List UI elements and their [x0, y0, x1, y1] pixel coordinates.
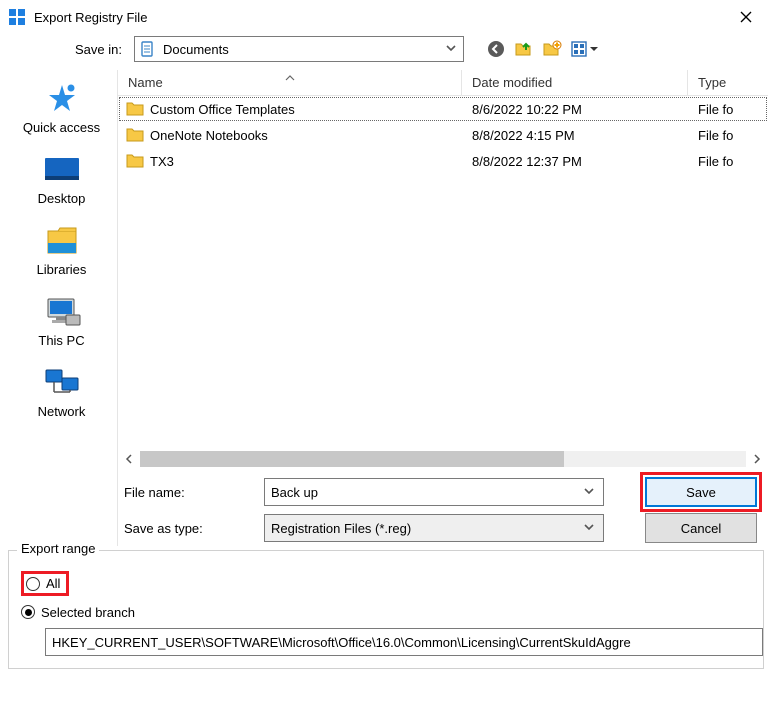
- file-type: File fo: [688, 128, 768, 143]
- places-label: Desktop: [38, 191, 86, 206]
- documents-icon: [139, 40, 157, 58]
- save-button-highlight: Save: [640, 472, 762, 512]
- save-as-type-label: Save as type:: [124, 521, 264, 536]
- export-range-legend: Export range: [17, 541, 99, 556]
- places-label: Libraries: [37, 262, 87, 277]
- column-header-date[interactable]: Date modified: [462, 70, 688, 95]
- radio-selected-branch-label: Selected branch: [41, 605, 135, 620]
- places-label: This PC: [38, 333, 84, 348]
- window-title: Export Registry File: [34, 10, 726, 25]
- file-rows: Custom Office Templates 8/6/2022 10:22 P…: [118, 96, 768, 450]
- column-header-label: Date modified: [472, 75, 552, 90]
- file-type: File fo: [688, 154, 768, 169]
- new-folder-icon: [542, 39, 562, 59]
- radio-all-label: All: [46, 576, 60, 591]
- radio-selected-branch[interactable]: [21, 605, 35, 619]
- folder-icon: [126, 153, 144, 169]
- new-folder-button[interactable]: [540, 37, 564, 61]
- scrollbar-thumb[interactable]: [140, 451, 564, 467]
- places-desktop[interactable]: Desktop: [6, 149, 117, 214]
- file-date: 8/8/2022 12:37 PM: [462, 154, 688, 169]
- app-icon: [8, 8, 26, 26]
- places-bar: Quick access Desktop Libraries: [6, 68, 117, 546]
- back-button[interactable]: [484, 37, 508, 61]
- save-in-combo[interactable]: Documents: [134, 36, 464, 62]
- libraries-icon: [44, 224, 80, 258]
- cancel-button-label: Cancel: [681, 521, 721, 536]
- column-header-label: Type: [698, 75, 726, 90]
- file-name-input[interactable]: Back up: [264, 478, 604, 506]
- horizontal-scrollbar[interactable]: [118, 450, 768, 468]
- cancel-button[interactable]: Cancel: [645, 513, 757, 543]
- all-option-highlight: All: [21, 571, 69, 596]
- file-name: Custom Office Templates: [150, 102, 295, 117]
- scroll-left-icon[interactable]: [120, 451, 138, 467]
- save-as-type-combo[interactable]: Registration Files (*.reg): [264, 514, 604, 542]
- view-menu-icon: [570, 39, 600, 59]
- quick-access-icon: [45, 82, 79, 116]
- radio-all[interactable]: [26, 577, 40, 591]
- column-header-name[interactable]: Name: [118, 70, 462, 95]
- sort-ascending-icon: [285, 69, 295, 84]
- network-icon: [42, 366, 82, 400]
- folder-up-icon: [514, 39, 534, 59]
- places-network[interactable]: Network: [6, 362, 117, 427]
- folder-icon: [126, 101, 144, 117]
- toolbar-nav-icons: [484, 37, 602, 61]
- desktop-icon: [43, 153, 81, 187]
- up-button[interactable]: [512, 37, 536, 61]
- file-row[interactable]: TX3 8/8/2022 12:37 PM File fo: [118, 148, 768, 174]
- save-button-label: Save: [686, 485, 716, 500]
- file-name-value: Back up: [271, 485, 583, 500]
- back-icon: [486, 39, 506, 59]
- save-as-type-value: Registration Files (*.reg): [271, 521, 583, 536]
- chevron-down-icon: [445, 42, 459, 57]
- places-this-pc[interactable]: This PC: [6, 291, 117, 356]
- close-button[interactable]: [726, 3, 766, 31]
- places-libraries[interactable]: Libraries: [6, 220, 117, 285]
- places-quick-access[interactable]: Quick access: [6, 78, 117, 143]
- this-pc-icon: [42, 295, 82, 329]
- column-header-type[interactable]: Type: [688, 70, 768, 95]
- places-label: Network: [38, 404, 86, 419]
- selected-branch-value: HKEY_CURRENT_USER\SOFTWARE\Microsoft\Off…: [52, 635, 631, 650]
- export-range-group: Export range All Selected branch HKEY_CU…: [8, 550, 764, 669]
- view-menu-button[interactable]: [568, 37, 602, 61]
- file-date: 8/6/2022 10:22 PM: [462, 102, 688, 117]
- column-header-label: Name: [128, 75, 163, 90]
- file-date: 8/8/2022 4:15 PM: [462, 128, 688, 143]
- file-list-pane: Name Date modified Type Custom Office Te…: [117, 70, 768, 546]
- file-name: TX3: [150, 154, 174, 169]
- scrollbar-track[interactable]: [140, 451, 746, 467]
- column-headers: Name Date modified Type: [118, 70, 768, 96]
- chevron-down-icon: [583, 485, 597, 500]
- main-area: Quick access Desktop Libraries: [0, 68, 772, 546]
- file-name: OneNote Notebooks: [150, 128, 268, 143]
- places-label: Quick access: [23, 120, 100, 135]
- save-button[interactable]: Save: [645, 477, 757, 507]
- save-in-value: Documents: [163, 42, 445, 57]
- save-in-row: Save in: Documents: [0, 34, 772, 68]
- file-type: File fo: [688, 102, 768, 117]
- selected-branch-input[interactable]: HKEY_CURRENT_USER\SOFTWARE\Microsoft\Off…: [45, 628, 763, 656]
- close-icon: [740, 11, 752, 23]
- titlebar: Export Registry File: [0, 0, 772, 34]
- file-row[interactable]: Custom Office Templates 8/6/2022 10:22 P…: [118, 96, 768, 122]
- save-in-label: Save in:: [60, 42, 128, 57]
- file-row[interactable]: OneNote Notebooks 8/8/2022 4:15 PM File …: [118, 122, 768, 148]
- scroll-right-icon[interactable]: [748, 451, 766, 467]
- folder-icon: [126, 127, 144, 143]
- file-name-label: File name:: [124, 485, 264, 500]
- chevron-down-icon: [583, 521, 597, 536]
